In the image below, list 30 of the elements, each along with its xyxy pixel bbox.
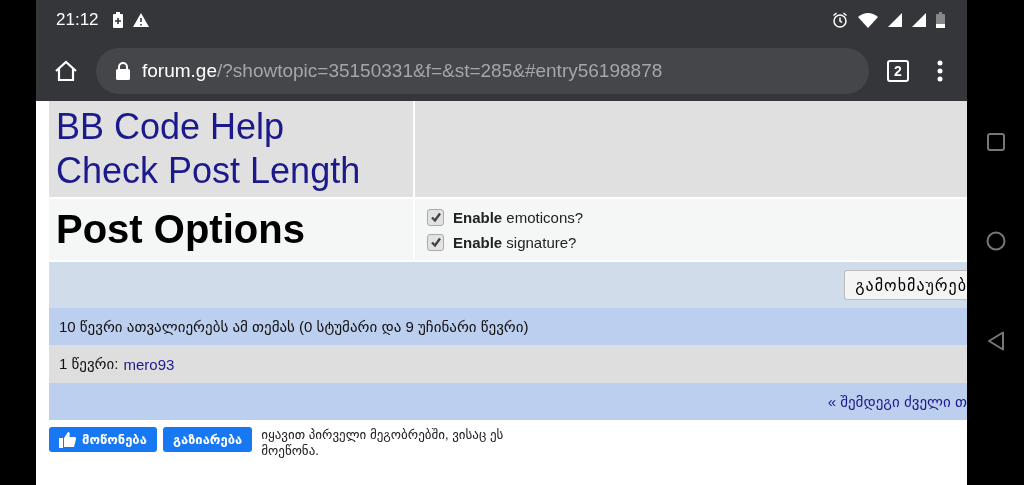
checkbox[interactable] xyxy=(427,233,444,251)
lock-icon xyxy=(116,61,130,80)
signal-icon xyxy=(888,13,902,27)
checkbox[interactable] xyxy=(427,208,444,226)
tab-count-button[interactable]: 2 xyxy=(887,59,909,82)
warning-icon xyxy=(132,13,149,27)
signal-icon xyxy=(912,13,926,27)
members-label: 1 წევრი: xyxy=(59,355,119,373)
address-field[interactable]: forum.ge/?showtopic=35150331&f=&st=285&#entry56198878 xyxy=(96,47,869,94)
post-options-title: Post Options xyxy=(56,207,306,252)
option-label: Enable signature? xyxy=(453,233,577,251)
older-topic-link[interactable]: « შემდეგი ძველი თ xyxy=(827,392,967,411)
battery-icon xyxy=(112,12,123,28)
back-icon[interactable] xyxy=(986,331,1005,351)
like-button[interactable]: მოწონება xyxy=(49,427,157,452)
thumbs-up-icon xyxy=(59,431,76,448)
share-button[interactable]: გაზიარება xyxy=(162,427,253,452)
wifi-icon xyxy=(858,12,878,28)
recents-icon[interactable] xyxy=(986,133,1005,151)
reply-button[interactable]: გამოხმაურებ xyxy=(844,270,967,300)
alarm-icon xyxy=(832,12,848,28)
menu-icon[interactable] xyxy=(937,59,943,82)
help-link[interactable]: BB Code Help xyxy=(56,105,413,149)
clock-time: 21:12 xyxy=(56,10,99,30)
help-link[interactable]: Check Post Length xyxy=(56,149,413,193)
battery-icon xyxy=(936,12,945,28)
viewers-text: 10 წევრი ათვალიერებს ამ თემას (0 სტუმარი და 9 უჩინარი წევრი) xyxy=(59,317,529,336)
like-note: იყავით პირველი მეგობრებში, ვისაც ეს მოეწონა. xyxy=(261,427,505,459)
user-link[interactable]: mero93 xyxy=(123,355,175,373)
option-label: Enable emoticons? xyxy=(453,208,584,226)
